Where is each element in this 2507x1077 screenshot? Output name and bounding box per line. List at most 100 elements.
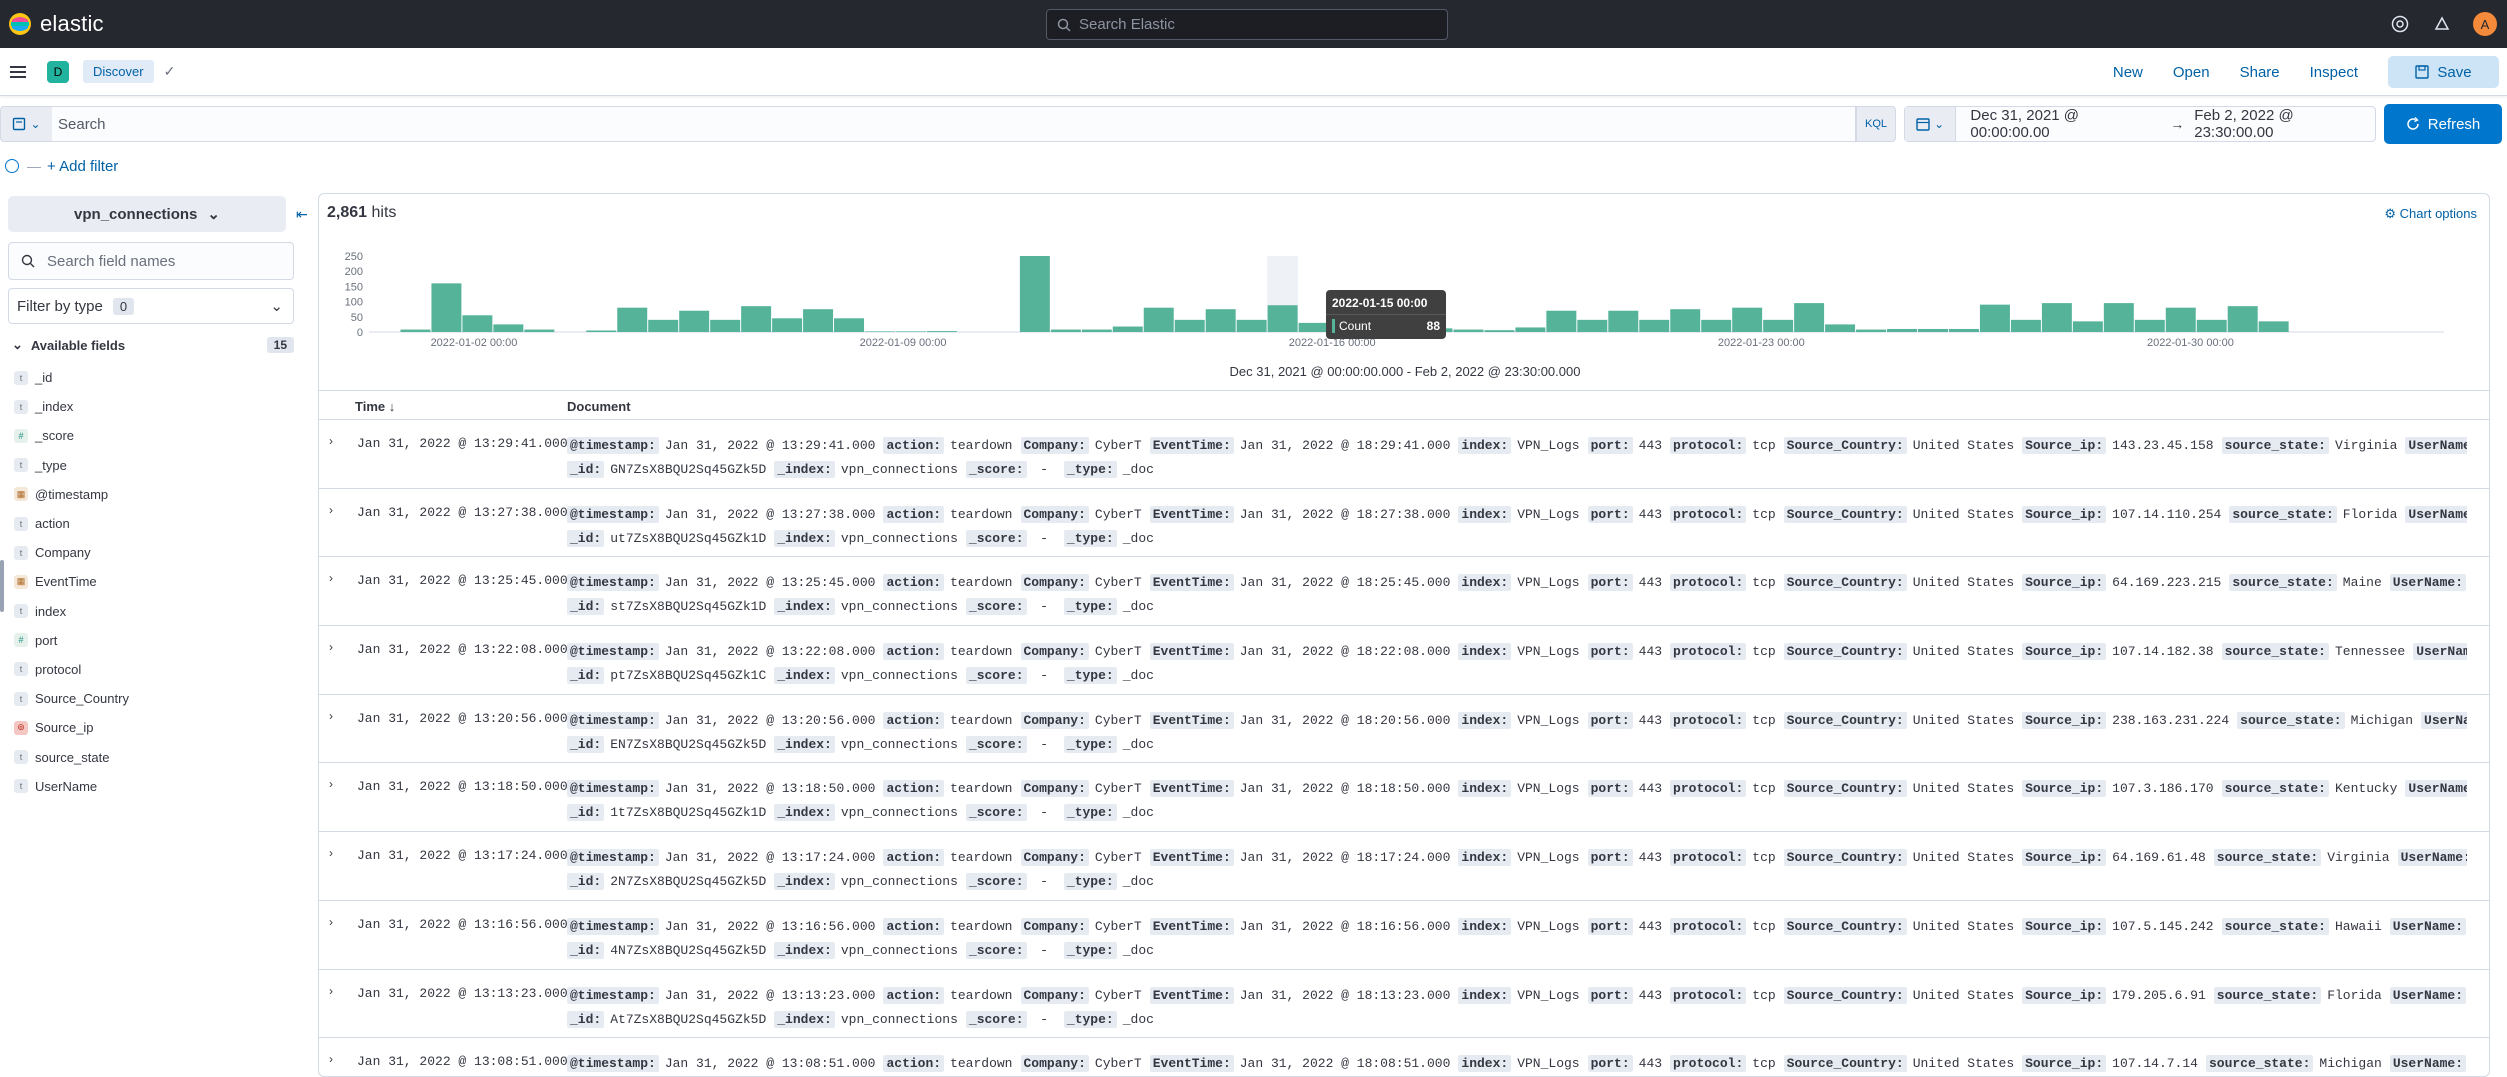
histogram-bar[interactable] (586, 330, 617, 332)
histogram-bar[interactable] (2041, 303, 2072, 332)
column-time-header[interactable]: Time ↓ (355, 399, 395, 414)
field-item[interactable]: t action (14, 509, 294, 538)
expand-row-icon[interactable]: › (329, 777, 333, 791)
histogram-bar[interactable] (772, 318, 803, 332)
histogram-bar[interactable] (1143, 307, 1174, 332)
histogram-bar[interactable] (648, 319, 679, 332)
histogram-bar[interactable] (679, 310, 710, 332)
field-item[interactable]: t UserName (14, 772, 294, 801)
histogram-bar[interactable] (710, 319, 741, 332)
table-row[interactable]: › Jan 31, 2022 @ 13:25:45.000 @timestamp: J… (319, 557, 2489, 627)
histogram-bar[interactable] (1732, 307, 1763, 332)
saved-query-button[interactable]: ⌄ (0, 106, 52, 142)
table-row[interactable]: › Jan 31, 2022 @ 13:27:38.000 @timestamp: J… (319, 489, 2489, 558)
newsfeed-icon[interactable] (2431, 13, 2453, 35)
histogram-bar[interactable] (803, 309, 834, 332)
calendar-icon[interactable]: ⌄ (1905, 107, 1957, 141)
histogram-bar[interactable] (741, 306, 772, 332)
histogram-bar[interactable] (524, 329, 555, 332)
histogram-bar[interactable] (493, 324, 524, 332)
user-avatar[interactable]: A (2473, 12, 2497, 36)
date-start[interactable]: Dec 31, 2021 @ 00:00:00.00 (1970, 107, 2160, 141)
field-item[interactable]: ⊚ Source_ip (14, 713, 294, 742)
histogram-bar[interactable] (1546, 310, 1577, 332)
breadcrumb-discover[interactable]: Discover (83, 60, 154, 83)
field-item[interactable]: t _index (14, 392, 294, 421)
field-item[interactable]: ▦ @timestamp (14, 480, 294, 509)
expand-row-icon[interactable]: › (329, 1052, 333, 1066)
histogram-bar[interactable] (865, 331, 895, 332)
table-row[interactable]: › Jan 31, 2022 @ 13:13:23.000 @timestamp: J… (319, 970, 2489, 1039)
elastic-logo[interactable]: elastic (8, 11, 104, 37)
histogram-bar[interactable] (1484, 330, 1515, 332)
field-item[interactable]: t _type (14, 451, 294, 480)
histogram-bar[interactable] (1856, 329, 1887, 332)
new-button[interactable]: New (2113, 64, 2143, 81)
open-button[interactable]: Open (2173, 64, 2210, 81)
histogram-bar[interactable] (895, 331, 926, 332)
table-row[interactable]: › Jan 31, 2022 @ 13:29:41.000 @timestamp: J… (319, 420, 2489, 489)
histogram-bar[interactable] (1918, 328, 1948, 332)
field-item[interactable]: t protocol (14, 655, 294, 684)
histogram-bar[interactable] (1670, 309, 1701, 332)
add-filter-button[interactable]: + Add filter (47, 158, 118, 175)
histogram-bar[interactable] (2134, 319, 2165, 332)
field-item[interactable]: t _id (14, 363, 294, 392)
available-fields-header[interactable]: ⌄ Available fields 15 (12, 334, 294, 356)
histogram-bar[interactable] (1267, 305, 1298, 332)
histogram-bar[interactable] (1298, 322, 1329, 332)
histogram-bar[interactable] (400, 329, 431, 332)
histogram-bar[interactable] (1515, 327, 1546, 332)
filter-by-type-button[interactable]: Filter by type 0 ⌄ (8, 288, 294, 324)
inspect-button[interactable]: Inspect (2310, 64, 2358, 81)
field-item[interactable]: t index (14, 597, 294, 626)
index-pattern-selector[interactable]: vpn_connections ⌄ (8, 196, 286, 232)
histogram-bar[interactable] (1701, 319, 1732, 332)
share-button[interactable]: Share (2240, 64, 2280, 81)
menu-icon[interactable] (10, 65, 26, 78)
resize-handle[interactable] (0, 560, 4, 612)
collapse-sidebar-icon[interactable]: ⇤ (296, 206, 308, 223)
field-item[interactable]: # port (14, 626, 294, 655)
histogram-bar[interactable] (1763, 319, 1794, 332)
histogram-bar[interactable] (1979, 304, 2010, 332)
table-row[interactable]: › Jan 31, 2022 @ 13:17:24.000 @timestamp: J… (319, 832, 2489, 901)
histogram-bar[interactable] (1794, 303, 1825, 332)
table-row[interactable]: › Jan 31, 2022 @ 13:18:50.000 @timestamp: J… (319, 763, 2489, 833)
histogram-bar[interactable] (926, 331, 957, 332)
date-picker[interactable]: ⌄ Dec 31, 2021 @ 00:00:00.00 → Feb 2, 20… (1904, 106, 2376, 142)
expand-row-icon[interactable]: › (329, 709, 333, 723)
expand-row-icon[interactable]: › (329, 846, 333, 860)
histogram-bar[interactable] (1050, 329, 1081, 332)
histogram-bar[interactable] (2227, 306, 2258, 332)
histogram-bar[interactable] (2165, 307, 2196, 332)
expand-row-icon[interactable]: › (329, 434, 333, 448)
save-button[interactable]: Save (2388, 56, 2499, 88)
histogram-bar[interactable] (2258, 321, 2289, 332)
query-language-button[interactable]: KQL (1856, 106, 1896, 142)
histogram-bar[interactable] (617, 307, 648, 332)
help-icon[interactable] (2389, 13, 2411, 35)
date-end[interactable]: Feb 2, 2022 @ 23:30:00.00 (2194, 107, 2375, 141)
field-item[interactable]: t Source_Country (14, 684, 294, 713)
expand-row-icon[interactable]: › (329, 984, 333, 998)
histogram-bar[interactable] (1019, 256, 1050, 332)
histogram-bar[interactable] (1112, 326, 1143, 332)
histogram-bar[interactable] (2072, 321, 2103, 332)
histogram-bar[interactable] (1825, 324, 1856, 332)
field-item[interactable]: t Company (14, 538, 294, 567)
chart-options-button[interactable]: ⚙ Chart options (2384, 206, 2477, 222)
table-row[interactable]: › Jan 31, 2022 @ 13:16:56.000 @timestamp: J… (319, 901, 2489, 970)
table-row[interactable]: › Jan 31, 2022 @ 13:20:56.000 @timestamp: J… (319, 695, 2489, 764)
global-search-input[interactable]: Search Elastic (1046, 9, 1448, 40)
histogram-bar[interactable] (1205, 309, 1236, 332)
histogram-bar[interactable] (1948, 328, 1979, 332)
field-item[interactable]: ▦ EventTime (14, 567, 294, 596)
histogram-bar[interactable] (1887, 328, 1918, 332)
field-search-input[interactable]: Search field names (8, 242, 294, 280)
histogram-bar[interactable] (2010, 319, 2041, 332)
histogram-bar[interactable] (1236, 319, 1267, 332)
table-row[interactable]: › Jan 31, 2022 @ 13:08:51.000 @timestamp: J… (319, 1038, 2489, 1076)
histogram-bar[interactable] (1577, 319, 1608, 332)
expand-row-icon[interactable]: › (329, 915, 333, 929)
